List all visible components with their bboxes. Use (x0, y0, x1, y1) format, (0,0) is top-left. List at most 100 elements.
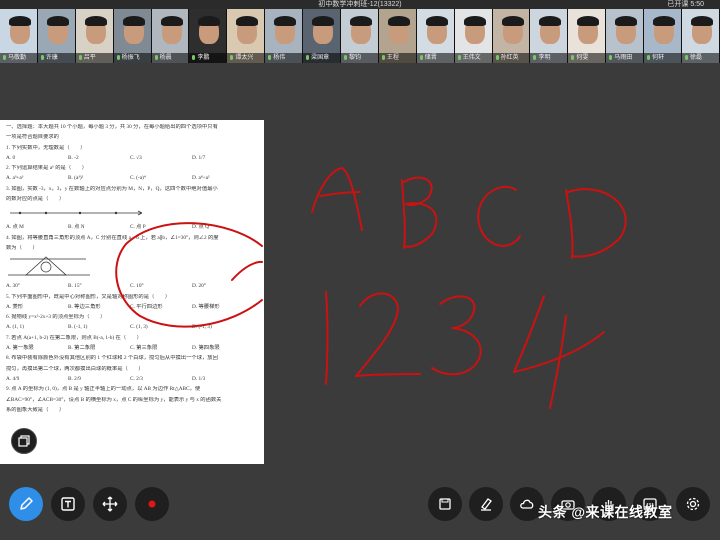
ink-letter-a (311, 167, 363, 231)
participant-name-bar: 徐磊 (682, 53, 719, 63)
participant-name: 王伟文 (462, 55, 481, 61)
answer-option: D. 等腰梯形 (192, 303, 220, 310)
participant-name-bar: 杨伟 (265, 53, 303, 63)
participant-name: 杨晨 (159, 55, 172, 61)
mic-icon (116, 55, 120, 60)
avatar-hair (198, 16, 221, 26)
question-line: 系的图象大致是（ ） (6, 406, 65, 413)
mic-icon (40, 55, 44, 60)
mic-icon (419, 55, 423, 60)
save-icon (439, 498, 451, 510)
avatar-hair (274, 16, 297, 26)
watermark-text: 头条 @来课在线教室 (538, 504, 673, 520)
participant-tile[interactable]: 何雯 (568, 9, 607, 63)
answer-options: A. a³+a³ B. (a³)² C. (-a)⁴ D. a⁸÷a² (6, 175, 258, 182)
bottom-toolbar: 头条 @来课在线教室 (0, 470, 720, 540)
mic-icon (381, 55, 385, 60)
participant-tile[interactable]: 王伟文 (454, 9, 493, 63)
answer-option: D. 第四象限 (192, 345, 220, 352)
pages-button[interactable] (11, 428, 37, 454)
pen-tool-button[interactable] (9, 487, 43, 521)
eraser-button[interactable] (469, 487, 503, 521)
participant-tile[interactable]: 杨伟 (265, 9, 304, 63)
text-tool-button[interactable] (51, 487, 85, 521)
participant-name-bar: 谭太兴 (227, 53, 265, 63)
ink-letter-c (477, 185, 521, 247)
participant-name: 梁国章 (311, 55, 330, 61)
participant-tile[interactable]: 马敬勤 (0, 9, 38, 63)
answer-option: B. -2 (68, 154, 79, 161)
participant-name: 吕平 (83, 55, 96, 61)
answer-option: C. 平行四边形 (130, 303, 163, 310)
participant-tile[interactable]: 谭太兴 (227, 9, 266, 63)
avatar-hair (387, 16, 410, 26)
answer-option: D. (-1, 3) (192, 324, 212, 331)
record-button[interactable] (135, 487, 169, 521)
participant-name-bar: 马敬勤 (0, 53, 37, 63)
ink-letter-d (565, 188, 627, 259)
answer-options: A. 30° B. 15° C. 10° D. 20° (6, 283, 258, 290)
answer-option: A. 30° (6, 283, 20, 290)
avatar-hair (160, 16, 183, 26)
participant-name-bar: 许康 (37, 53, 75, 63)
participant-tile[interactable]: 杨晨 (151, 9, 190, 63)
answer-options: A. 0 B. -2 C. √3 D. 1/7 (6, 155, 258, 162)
answer-option: B. 点 N (68, 224, 85, 231)
mic-icon (457, 55, 461, 60)
title-bar: 初中数学冲刺班-12(13322) 已开课 5:50 (0, 0, 720, 9)
triangle-figure (6, 255, 258, 279)
participant-name: 许康 (45, 55, 58, 61)
avatar-hair (84, 16, 107, 26)
participant-tile[interactable]: 何轩 (644, 9, 683, 63)
mic-icon (685, 55, 689, 60)
answer-option: C. √3 (130, 154, 142, 161)
answer-options: A. 4/9 B. 2/9 C. 2/3 D. 1/3 (6, 376, 258, 383)
settings-button[interactable] (676, 487, 710, 521)
participant-tile[interactable]: 王程 (378, 9, 417, 63)
answer-option: D. 1/3 (192, 375, 206, 382)
participant-tile[interactable]: 徐磊 (682, 9, 720, 63)
answer-option: C. 2/3 (130, 375, 143, 382)
answer-option: D. 1/7 (192, 154, 206, 161)
participant-name-bar: 李鹏 (189, 53, 227, 63)
participant-name: 马敬勤 (8, 55, 27, 61)
participant-tile[interactable]: 梁国章 (303, 9, 342, 63)
cloud-icon (520, 499, 534, 509)
participant-name-bar: 王伟文 (454, 53, 492, 63)
participant-name: 杨振飞 (121, 55, 140, 61)
participant-name-bar: 储晋 (416, 53, 454, 63)
answer-option: C. (1, 3) (130, 324, 148, 331)
participant-name: 杨伟 (273, 55, 286, 61)
participant-name: 王程 (386, 55, 399, 61)
participant-tile[interactable]: 许康 (37, 9, 76, 63)
answer-option: A. 第一象限 (6, 345, 34, 352)
participant-name: 李明 (538, 55, 551, 61)
participant-tile[interactable]: 李鹏 (189, 9, 228, 63)
mic-icon (78, 55, 82, 60)
save-button[interactable] (428, 487, 462, 521)
participant-name-bar: 梁国章 (303, 53, 341, 63)
mic-icon (609, 55, 613, 60)
answer-option: C. (-a)⁴ (130, 175, 146, 182)
participant-tile[interactable]: 储晋 (416, 9, 455, 63)
avatar-hair (425, 16, 448, 26)
avatar-hair (350, 16, 373, 26)
participant-name-bar: 孙红英 (492, 53, 530, 63)
participant-tile[interactable]: 吕平 (75, 9, 114, 63)
ink-letter-b (401, 176, 438, 249)
question-line: 9. 点 A 的坐标为 (1, 0)，点 B 是 y 轴正半轴上的一动点，以 A… (6, 386, 201, 393)
exam-document: 一、选择题：本大题共 10 个小题，每小题 3 分，共 30 分，在每小题给出的… (0, 120, 264, 464)
participant-tile[interactable]: 孙红英 (492, 9, 531, 63)
answer-option: C. 第三象限 (130, 345, 158, 352)
move-tool-button[interactable] (93, 487, 127, 521)
answer-option: D. a⁸÷a² (192, 175, 210, 182)
participant-tile[interactable]: 杨振飞 (113, 9, 152, 63)
answer-option: B. 15° (68, 283, 82, 290)
answer-option: A. 0 (6, 154, 16, 161)
question-line: 搅匀，再摸出第二个球，两次都摸出白球的概率是（ ） (6, 365, 144, 372)
participant-tile[interactable]: 李明 (530, 9, 569, 63)
question-line: 一项是符合题目要求的 (6, 134, 59, 141)
participant-tile[interactable]: 马雨田 (606, 9, 645, 63)
mic-icon (192, 55, 196, 60)
participant-tile[interactable]: 黎钧 (341, 9, 379, 63)
